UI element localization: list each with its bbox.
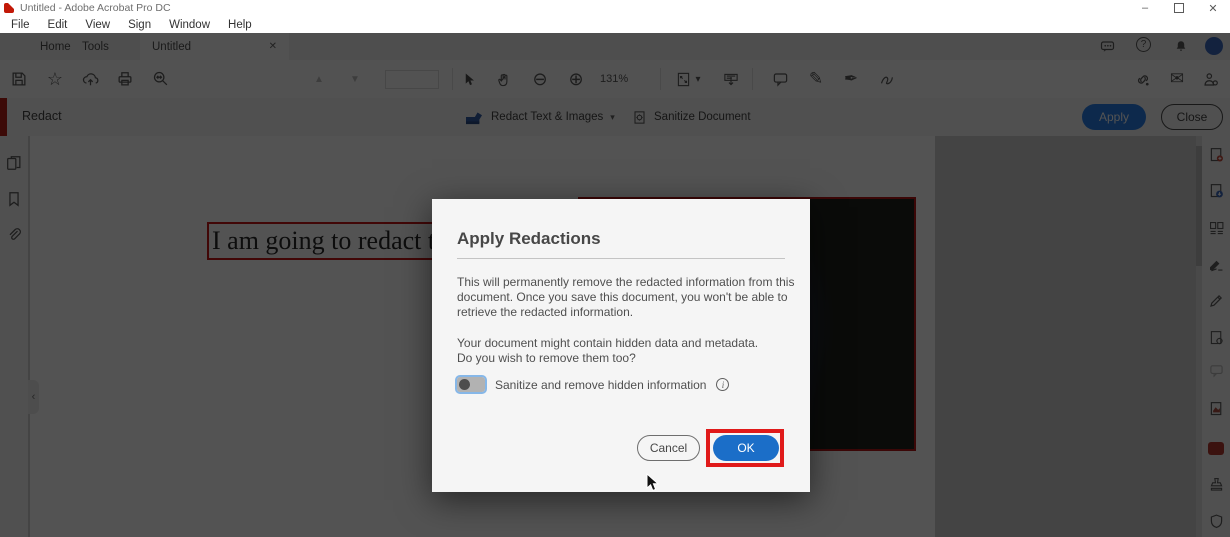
mouse-cursor	[646, 473, 660, 493]
sanitize-toggle-label: Sanitize and remove hidden information	[495, 377, 707, 392]
sanitize-toggle-row: Sanitize and remove hidden information i	[455, 375, 730, 394]
menu-window[interactable]: Window	[160, 19, 219, 31]
acrobat-logo-icon	[4, 3, 14, 13]
acrobat-window: Untitled - Adobe Acrobat Pro DC – ✕ File…	[0, 0, 1230, 537]
menu-sign[interactable]: Sign	[119, 19, 160, 31]
window-title: Untitled - Adobe Acrobat Pro DC	[20, 2, 171, 14]
menu-bar: File Edit View Sign Window Help	[0, 16, 1230, 33]
close-window-button[interactable]: ✕	[1196, 1, 1230, 15]
toggle-knob	[459, 379, 470, 390]
maximize-icon	[1174, 3, 1184, 13]
apply-redactions-dialog: Apply Redactions This will permanently r…	[432, 199, 810, 492]
dialog-title: Apply Redactions	[457, 229, 601, 248]
title-bar: Untitled - Adobe Acrobat Pro DC – ✕	[0, 0, 1230, 16]
dialog-metadata-text: Your document might contain hidden data …	[457, 336, 799, 366]
menu-help[interactable]: Help	[219, 19, 261, 31]
sanitize-toggle-switch[interactable]	[455, 375, 487, 394]
menu-view[interactable]: View	[76, 19, 119, 31]
red-highlight-annotation	[706, 429, 784, 467]
maximize-button[interactable]	[1162, 1, 1196, 15]
metadata-line-2: Do you wish to remove them too?	[457, 350, 636, 365]
minimize-button[interactable]: –	[1128, 1, 1162, 15]
dialog-warning-text: This will permanently remove the redacte…	[457, 275, 795, 319]
info-icon[interactable]: i	[716, 378, 730, 391]
menu-file[interactable]: File	[2, 19, 39, 31]
metadata-line-1: Your document might contain hidden data …	[457, 336, 759, 350]
dialog-divider	[457, 258, 785, 259]
cancel-button[interactable]: Cancel	[637, 435, 700, 461]
menu-edit[interactable]: Edit	[39, 19, 77, 31]
